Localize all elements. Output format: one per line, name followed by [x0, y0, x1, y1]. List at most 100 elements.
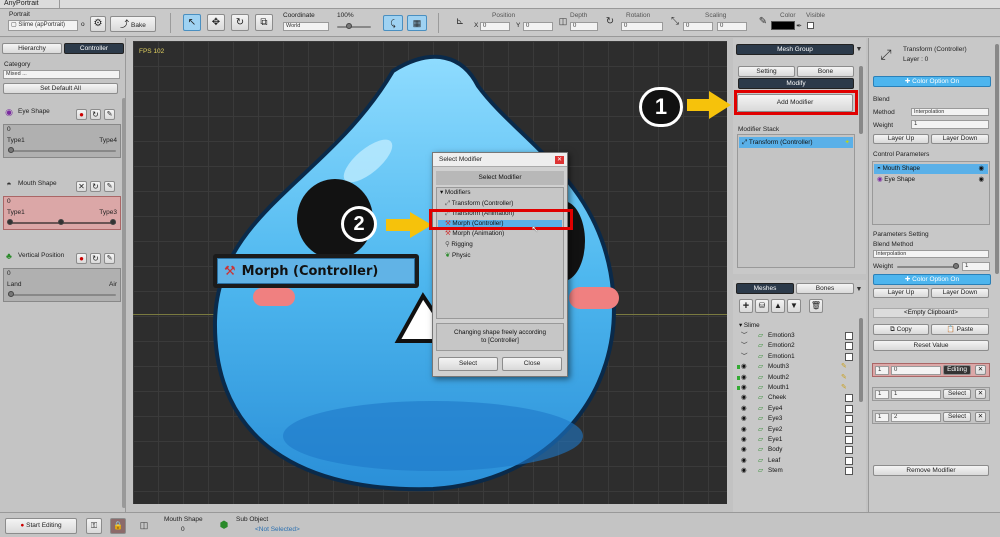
mesh-list-item[interactable]: ◉ ▱ Mouth1 ✎ — [737, 383, 857, 393]
category-select[interactable]: Mixed ... — [3, 70, 120, 79]
param-slider-knob[interactable] — [8, 147, 14, 153]
mesh-list-item[interactable]: ◉ ▱ Mouth2 ✎ — [737, 373, 857, 383]
param-key-2[interactable] — [58, 219, 64, 225]
record-button[interactable]: ● — [76, 109, 87, 120]
eye-visibility-icon[interactable]: ◉ — [979, 164, 985, 174]
eye-visibility-icon[interactable]: ◉ — [741, 373, 747, 383]
hidden-visibility-icon[interactable]: ︶ — [741, 352, 748, 362]
zoom-slider[interactable] — [337, 26, 371, 28]
position-y-field[interactable]: 0 — [523, 22, 553, 31]
modifier-stack-item[interactable]: ⤢ Transform (Controller) ✦ — [739, 137, 853, 148]
set-default-all-button[interactable]: Set Default All — [3, 83, 118, 94]
mesh-checkbox[interactable] — [845, 446, 853, 455]
reset-value-button[interactable]: Reset Value — [873, 340, 989, 351]
scale-x-field[interactable]: 0 — [683, 22, 713, 31]
tab-setting[interactable]: Setting — [738, 66, 795, 77]
param-key-3[interactable] — [110, 219, 116, 225]
eye-visibility-icon[interactable]: ◉ — [741, 456, 747, 466]
modifier-item-physic[interactable]: ❦ Physic — [445, 251, 471, 261]
record-button[interactable]: ● — [76, 253, 87, 264]
rotation-field[interactable]: 0 — [621, 22, 663, 31]
param-key-1[interactable] — [7, 219, 13, 225]
reset-button[interactable]: ↻ — [90, 253, 101, 264]
mesh-group-header[interactable]: Mesh Group — [736, 44, 854, 55]
eye-visibility-icon[interactable]: ◉ — [741, 362, 747, 372]
mesh-panel-scrollbar[interactable] — [859, 66, 863, 134]
mesh-checkbox[interactable] — [845, 352, 853, 361]
tab-controller[interactable]: Controller — [64, 43, 124, 54]
select-lock-button[interactable]: ⚿ — [86, 518, 102, 534]
select-tool-button[interactable]: ↖ — [183, 14, 201, 31]
edit-button[interactable]: ✎ — [104, 109, 115, 120]
mesh-list-item[interactable]: ◉ ▱ Eye3 — [737, 414, 857, 424]
bake-button[interactable]: ⤴ Bake — [110, 16, 156, 32]
modifier-item-rigging[interactable]: ⚲ Rigging — [445, 240, 473, 250]
start-editing-button[interactable]: ● Start Editing — [5, 518, 77, 534]
lock-button[interactable]: 🔒 — [110, 518, 126, 534]
dialog-close-button[interactable]: Close — [502, 357, 562, 371]
layer-up-button-2[interactable]: Layer Up — [873, 288, 929, 298]
mesh-list-item[interactable]: ︶ ▱ Emotion1 — [737, 352, 857, 362]
weight-field[interactable]: 1 — [911, 120, 989, 129]
visible-checkbox[interactable] — [807, 22, 814, 29]
weight2-slider[interactable] — [897, 266, 959, 268]
mesh-list-item[interactable]: ◉ ▱ Leaf — [737, 456, 857, 466]
param-slider[interactable] — [8, 294, 116, 296]
layer-button[interactable]: ⛁ — [755, 299, 769, 313]
viewport[interactable]: FPS 102 ⚒ Morph (Controller) 2 — [133, 41, 727, 504]
mesh-checkbox[interactable] — [845, 332, 853, 340]
add-mesh-button[interactable]: + — [739, 299, 753, 313]
mesh-checkbox[interactable] — [845, 436, 853, 444]
mesh-checkbox[interactable] — [845, 394, 853, 403]
inspector-scrollbar[interactable] — [995, 44, 999, 274]
move-tool-button[interactable]: ✥ — [207, 14, 225, 31]
mesh-checkbox[interactable] — [845, 342, 853, 351]
mesh-checkbox[interactable] — [845, 467, 853, 476]
delete-button[interactable]: 🗑 — [809, 299, 823, 313]
layer-down-button-2[interactable]: Layer Down — [931, 288, 989, 298]
key-row-remove[interactable]: ✕ — [975, 365, 986, 375]
settings-button[interactable]: ⚙ — [90, 16, 106, 32]
mesh-list-item[interactable]: ◉ ▱ Eye4 — [737, 404, 857, 414]
key-row-a[interactable]: 1 — [875, 390, 889, 399]
edit-button[interactable]: ✎ — [104, 253, 115, 264]
mesh-list-item[interactable]: ◉ ▱ Mouth3 ✎ — [737, 362, 857, 372]
eye-visibility-icon[interactable]: ◉ — [741, 445, 747, 455]
key-row-a[interactable]: 1 — [875, 413, 889, 422]
eye-visibility-icon[interactable]: ◉ — [741, 404, 747, 414]
key-row-b[interactable]: 0 — [891, 366, 941, 375]
key-row-button[interactable]: Select — [943, 389, 971, 399]
edit-button[interactable]: ✎ — [104, 181, 115, 192]
eyedropper-icon[interactable]: ✒ — [795, 21, 803, 30]
mesh-checkbox[interactable] — [845, 456, 853, 465]
tab-hierarchy[interactable]: Hierarchy — [2, 43, 62, 54]
left-scrollbar[interactable] — [122, 98, 126, 508]
list-root[interactable]: ▾ Slime — [739, 321, 760, 331]
modifier-item-transform-controller[interactable]: ⤢ Transform (Controller) — [445, 199, 513, 209]
dropdown-icon[interactable]: ▼ — [855, 44, 863, 54]
tab-bone[interactable]: Bone — [797, 66, 854, 77]
mesh-list-scrollbar[interactable] — [859, 318, 863, 402]
dropdown-icon[interactable]: ▼ — [855, 284, 863, 294]
mesh-checkbox[interactable] — [845, 425, 853, 434]
hidden-visibility-icon[interactable]: ︶ — [741, 341, 748, 351]
mesh-checkbox[interactable] — [845, 415, 853, 424]
cp-item-mouth-shape[interactable]: ◓ Mouth Shape ◉ — [874, 164, 988, 174]
layer-down-button[interactable]: Layer Down — [931, 134, 989, 144]
eye-visibility-icon[interactable]: ◉ — [741, 383, 747, 393]
color-option-button[interactable]: ✚ Color Option On — [873, 76, 991, 87]
remove-modifier-button[interactable]: Remove Modifier — [873, 465, 989, 476]
scale-y-field[interactable]: 0 — [717, 22, 747, 31]
eye-visibility-icon[interactable]: ◉ — [741, 393, 747, 403]
tab-modify[interactable]: Modify — [738, 78, 854, 89]
hidden-visibility-icon[interactable]: ︶ — [741, 331, 748, 341]
rotate-tool-button[interactable]: ↻ — [231, 14, 249, 31]
dialog-close-x[interactable]: ✕ — [555, 156, 564, 164]
eye-visibility-icon[interactable]: ◉ — [979, 175, 985, 185]
grid-button[interactable]: ▦ — [407, 15, 427, 31]
cp-item-eye-shape[interactable]: ◉ Eye Shape ◉ — [874, 175, 988, 185]
weight2-slider-knob[interactable] — [953, 263, 959, 269]
mesh-list-item[interactable]: ◉ ▱ Eye2 — [737, 425, 857, 435]
key-row-a[interactable]: 1 — [875, 366, 889, 375]
blend-method-select[interactable]: Interpolation — [873, 250, 989, 258]
